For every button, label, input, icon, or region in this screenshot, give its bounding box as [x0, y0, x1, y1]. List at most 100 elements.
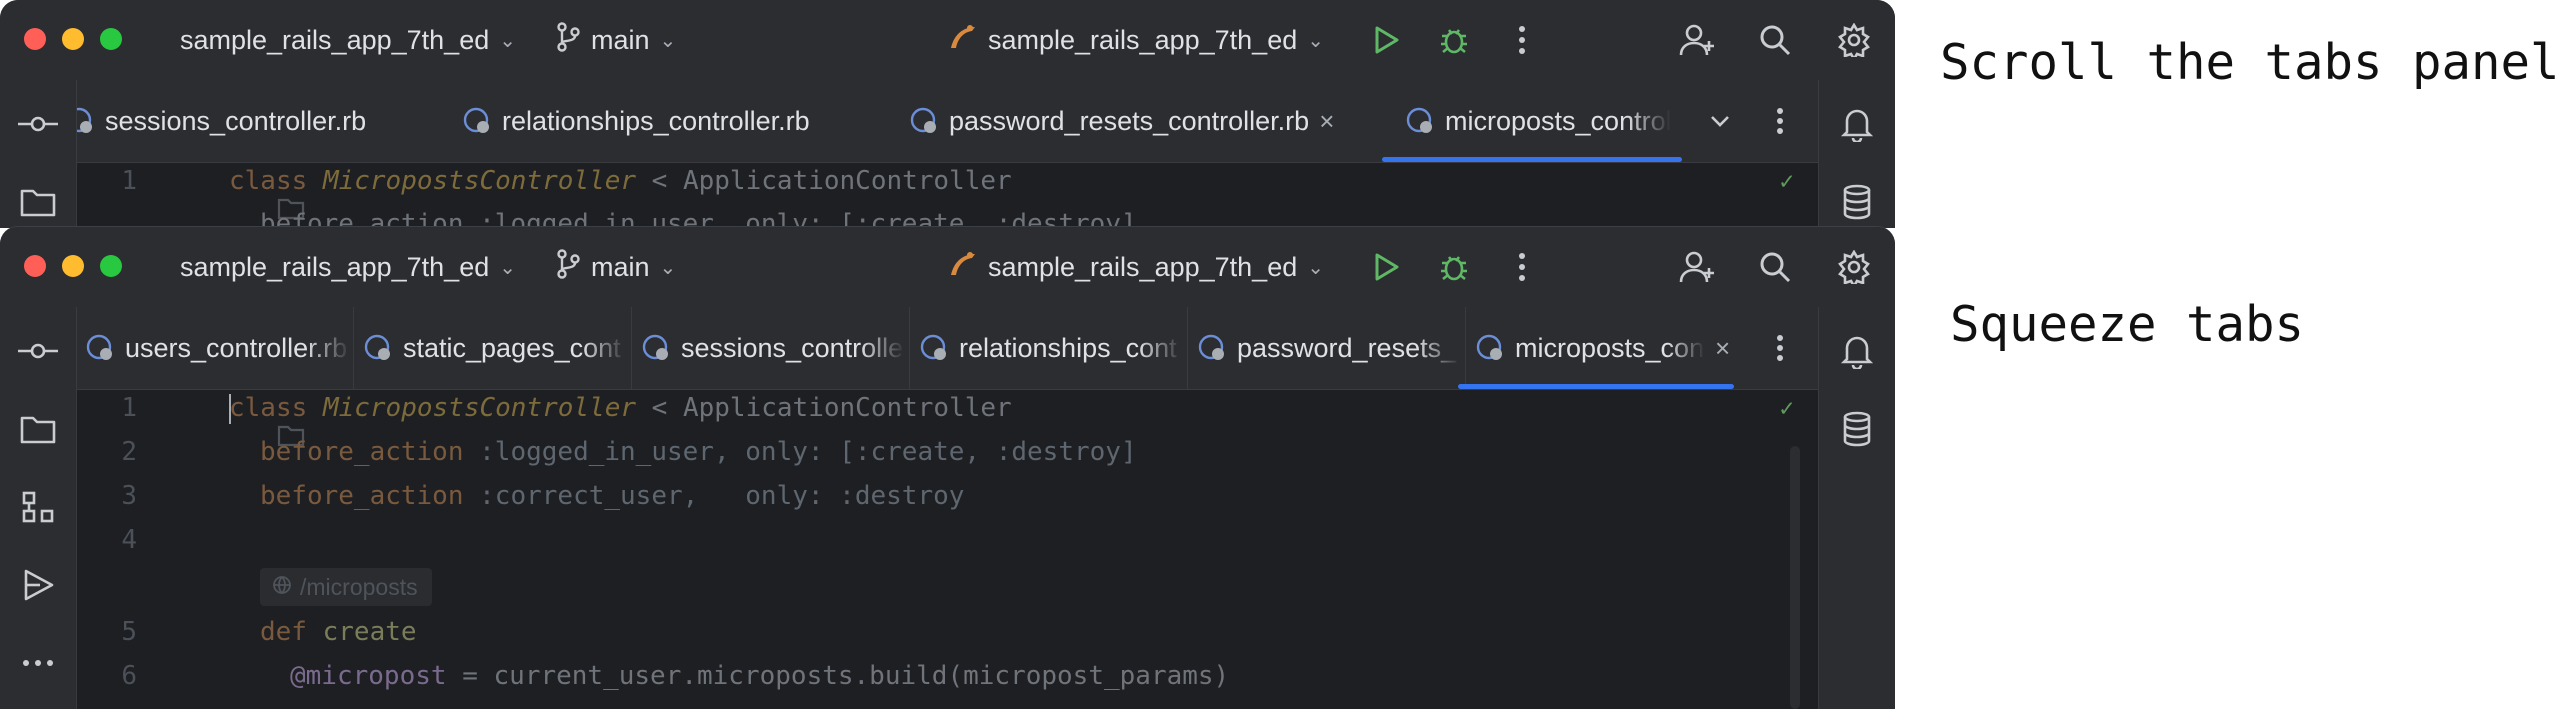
branch-selector[interactable]: main ⌄ [555, 227, 676, 307]
database-icon[interactable] [1835, 180, 1879, 224]
run-icon[interactable] [1364, 18, 1408, 62]
more-vertical-icon[interactable] [1500, 245, 1544, 289]
tab-sessions-controller[interactable]: sessions_controlle [641, 307, 907, 389]
rails-icon [948, 22, 978, 59]
line-number: 2 [121, 437, 137, 467]
close-window-button[interactable] [24, 28, 46, 50]
add-user-icon[interactable] [1675, 18, 1719, 62]
chevron-down-icon: ⌄ [499, 256, 516, 279]
gear-icon[interactable] [1832, 245, 1876, 289]
debug-icon[interactable] [1432, 18, 1476, 62]
project-selector[interactable]: sample_rails_app_7th_ed ⌄ [180, 0, 516, 80]
branch-selector[interactable]: main ⌄ [555, 0, 676, 80]
gear-icon[interactable] [1832, 18, 1876, 62]
run-config-selector[interactable]: sample_rails_app_7th_ed ⌄ [948, 0, 1324, 80]
project-name: sample_rails_app_7th_ed [180, 251, 490, 282]
route-hint[interactable]: /microposts [260, 568, 432, 606]
code-editor[interactable]: 1 class MicropostsController < Applicati… [77, 163, 1818, 228]
tab-password-resets-controller[interactable]: password_resets_ [1197, 307, 1463, 389]
tab-static-pages-controller[interactable]: static_pages_cont [363, 307, 629, 389]
line-number: 3 [121, 481, 137, 511]
run-icon[interactable] [1364, 245, 1408, 289]
code-text: def create [260, 617, 417, 647]
tab-users-controller[interactable]: users_controller.rb [85, 307, 351, 389]
chevron-down-icon: ⌄ [1307, 256, 1324, 279]
run-tool-icon[interactable] [16, 563, 60, 607]
tab-more-vertical-icon[interactable] [1757, 307, 1803, 389]
ruby-file-icon [1405, 106, 1435, 136]
search-icon[interactable] [1753, 245, 1797, 289]
tab-divider [631, 307, 632, 389]
bell-icon[interactable] [1835, 102, 1879, 146]
code-text: @micropost = current_user.microposts.bui… [290, 661, 1230, 691]
code-text: before_action :logged_in_user, only: [:c… [260, 437, 1137, 467]
editor-tab-bar: sessions_controller.rb relationships_con… [77, 80, 1818, 163]
add-user-icon[interactable] [1675, 245, 1719, 289]
maximize-window-button[interactable] [100, 255, 122, 277]
run-config-selector[interactable]: sample_rails_app_7th_ed ⌄ [948, 227, 1324, 307]
folder-icon[interactable] [152, 167, 305, 220]
code-line: 5 def create [77, 610, 1818, 654]
globe-icon [272, 574, 292, 601]
code-line: before_action :logged_in_user, only: [:c… [77, 203, 1818, 228]
bell-icon[interactable] [1835, 329, 1879, 373]
close-tab-icon[interactable]: × [1715, 333, 1730, 364]
ruby-file-icon [462, 106, 492, 136]
tab-microposts-controller[interactable]: microposts_con × [1475, 307, 1745, 389]
editor-scrollbar[interactable] [1790, 446, 1800, 709]
checkmark-icon: ✓ [1779, 394, 1794, 422]
tab-password-resets-controller[interactable]: password_resets_controller.rb × [909, 80, 1379, 162]
structure-icon[interactable] [16, 485, 60, 529]
ide-window-squeeze-example: sample_rails_app_7th_ed ⌄ main ⌄ sample_… [0, 226, 1895, 709]
project-selector[interactable]: sample_rails_app_7th_ed ⌄ [180, 227, 516, 307]
ruby-file-icon [919, 333, 949, 363]
tab-relationships-controller[interactable]: relationships_cont [919, 307, 1185, 389]
rails-icon [948, 249, 978, 286]
run-config-name: sample_rails_app_7th_ed [988, 251, 1298, 282]
line-number: 4 [121, 525, 137, 555]
ide-window-scroll-example: sample_rails_app_7th_ed ⌄ main ⌄ sample_… [0, 0, 1895, 228]
code-line: 1 class MicropostsController < Applicati… [77, 159, 1818, 220]
more-horizontal-icon[interactable] [16, 641, 60, 685]
close-window-button[interactable] [24, 255, 46, 277]
code-text: before_action :correct_user, only: :dest… [260, 481, 965, 511]
ruby-file-icon [363, 333, 393, 363]
maximize-window-button[interactable] [100, 28, 122, 50]
code-line: 3 before_action :correct_user, only: :de… [77, 474, 1818, 518]
code-line: 1 class MicropostsController < Applicati… [77, 386, 1818, 447]
tab-sessions-controller[interactable]: sessions_controller.rb [77, 80, 407, 162]
folder-icon[interactable] [152, 394, 305, 447]
ruby-file-icon [1197, 333, 1227, 363]
debug-icon[interactable] [1432, 245, 1476, 289]
git-branch-icon [555, 21, 581, 59]
chevron-down-icon: ⌄ [499, 29, 516, 52]
code-line: 6 @micropost = current_user.microposts.b… [77, 654, 1818, 698]
right-tool-rail [1818, 80, 1895, 228]
minimize-window-button[interactable] [62, 255, 84, 277]
git-branch-icon [555, 248, 581, 286]
search-icon[interactable] [1753, 18, 1797, 62]
tab-microposts-controller[interactable]: microposts_control [1405, 80, 1675, 162]
tab-label: password_resets_ [1237, 332, 1457, 363]
code-editor[interactable]: 1 class MicropostsController < Applicati… [77, 390, 1818, 709]
commit-icon[interactable] [16, 329, 60, 373]
line-number: 6 [121, 661, 137, 691]
database-icon[interactable] [1835, 407, 1879, 451]
left-tool-rail [0, 80, 77, 228]
more-vertical-icon[interactable] [1500, 18, 1544, 62]
minimize-window-button[interactable] [62, 28, 84, 50]
tab-relationships-controller[interactable]: relationships_controller.rb [462, 80, 922, 162]
tab-more-vertical-icon[interactable] [1757, 80, 1803, 162]
close-tab-icon[interactable]: × [1319, 106, 1334, 137]
commit-icon[interactable] [16, 102, 60, 146]
folder-icon[interactable] [16, 407, 60, 451]
editor-tab-bar: users_controller.rb static_pages_cont se… [77, 307, 1818, 390]
tab-divider [1187, 307, 1188, 389]
folder-icon[interactable] [16, 180, 60, 224]
caption-scroll-tabs: Scroll the tabs panel [1940, 34, 2560, 91]
tab-list-chevron-down-icon[interactable] [1697, 80, 1743, 162]
ruby-file-icon [85, 333, 115, 363]
caption-squeeze-tabs: Squeeze tabs [1950, 296, 2305, 353]
tab-label: sessions_controlle [681, 332, 904, 363]
tab-divider [909, 307, 910, 389]
